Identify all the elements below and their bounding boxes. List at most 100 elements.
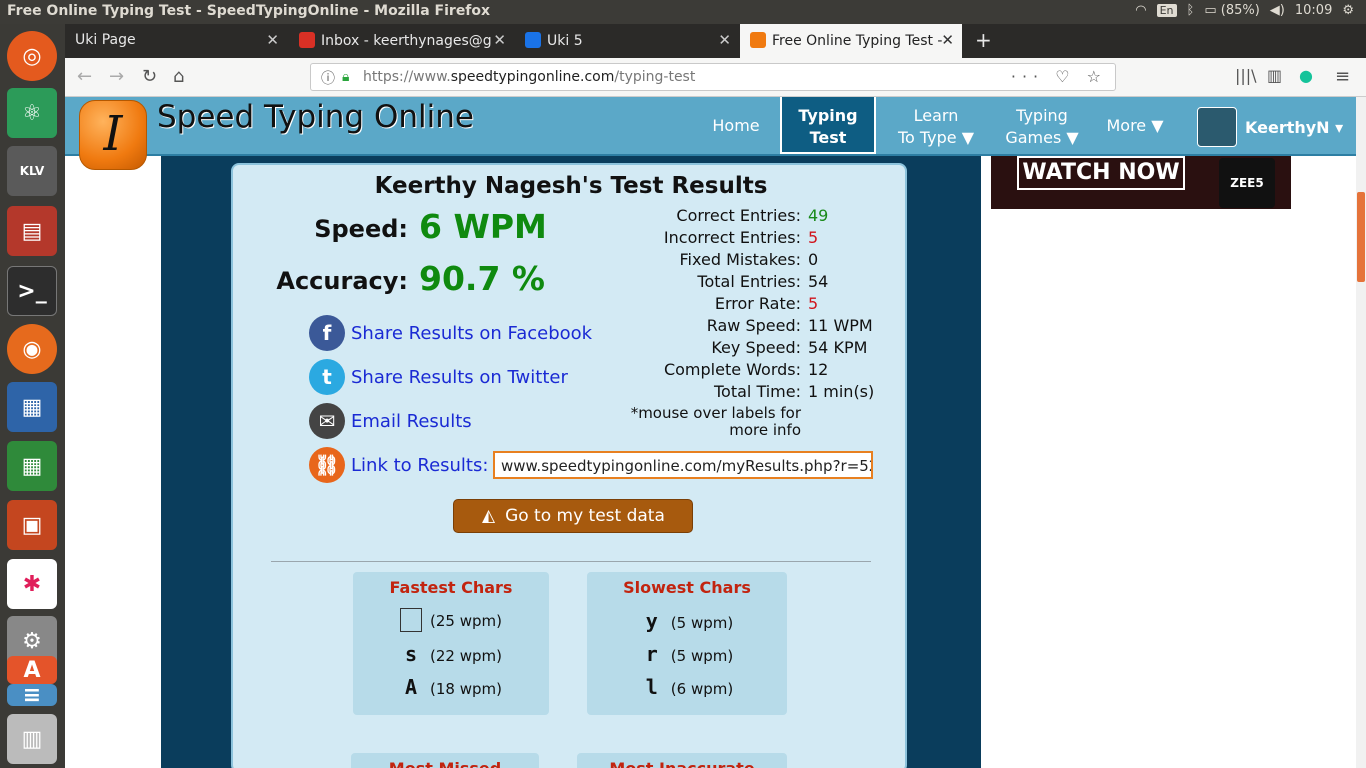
username: KeerthyN ▾ (1245, 117, 1344, 137)
calc-icon[interactable]: ▦ (7, 441, 57, 491)
tab-inbox[interactable]: Inbox - keerthynages@g ✕ (289, 24, 514, 58)
char-row: s (22 wpm) (353, 642, 549, 666)
terminal-icon[interactable]: >_ (7, 266, 57, 316)
close-icon[interactable]: ✕ (493, 31, 506, 49)
launcher: ◎ ⚛ KLV ▤ >_ ◉ ▦ ▦ ▣ ✱ ⚙ A ≡ ▥ (0, 24, 65, 768)
twitter-icon[interactable]: t (309, 359, 345, 395)
battery-indicator[interactable]: ▭ (85%) (1204, 3, 1259, 18)
facebook-icon[interactable]: f (309, 315, 345, 351)
ubuntu-dash-icon[interactable]: ◎ (7, 31, 57, 81)
software-center-icon[interactable]: A (7, 656, 57, 684)
reload-icon[interactable]: ↻ (142, 66, 157, 87)
scrollbar-thumb[interactable] (1357, 192, 1365, 282)
stat-label[interactable]: Error Rate: (571, 294, 801, 313)
stat-label[interactable]: Fixed Mistakes: (571, 250, 801, 269)
gmail-icon (299, 32, 315, 48)
stat-value: 5 (808, 294, 819, 313)
stat-label[interactable]: Complete Words: (571, 360, 801, 379)
power-icon[interactable]: ⚙ (1342, 3, 1354, 18)
most-inaccurate-title: Most Inaccurate (577, 759, 787, 768)
site-header: I Speed Typing Online Home Typing Test Le… (65, 97, 1356, 170)
share-twitter[interactable]: t Share Results on Twitter (309, 359, 568, 395)
battery-level: (85%) (1220, 3, 1260, 18)
atom-editor-icon[interactable]: ⚛ (7, 88, 57, 138)
most-inaccurate-box: Most Inaccurate (577, 753, 787, 768)
stat-value: 11 WPM (808, 316, 873, 335)
nav-learn-to-type[interactable]: Learn To Type ▼ (891, 97, 981, 154)
most-missed-title: Most Missed (351, 759, 539, 768)
page-actions-icon[interactable]: ··· ♡ ☆ (1011, 67, 1107, 86)
stat-label[interactable]: Total Entries: (571, 272, 801, 291)
system-tray: ◠ En ᛒ ▭ (85%) ◀) 10:09 ⚙ (1135, 3, 1354, 18)
close-icon[interactable]: ✕ (941, 31, 954, 49)
keyboard-layout-indicator[interactable]: En (1156, 4, 1177, 17)
sidebar-icon[interactable]: ▥ (1267, 66, 1282, 85)
new-tab-icon[interactable]: + (969, 24, 999, 58)
library-icon[interactable]: |||\ (1235, 66, 1257, 85)
update-icon[interactable]: ≡ (7, 683, 57, 708)
wifi-icon[interactable]: ◠ (1135, 3, 1146, 18)
tab-uki-5[interactable]: Uki 5 ✕ (515, 24, 739, 58)
accuracy-label[interactable]: Accuracy: (208, 267, 408, 295)
bluetooth-icon[interactable]: ᛒ (1187, 3, 1195, 18)
slack-icon[interactable]: ✱ (7, 559, 57, 609)
share-facebook-link[interactable]: Share Results on Facebook (351, 323, 592, 344)
results-title: Keerthy Nagesh's Test Results (374, 173, 768, 199)
site-name[interactable]: Speed Typing Online (157, 99, 474, 135)
tab-typing-test[interactable]: Free Online Typing Test - ✕ (740, 24, 962, 58)
fastest-chars-box: Fastest Chars (25 wpm) s (22 wpm) A (18 wp… (353, 572, 549, 715)
char: l (645, 675, 658, 699)
close-icon[interactable]: ✕ (718, 31, 731, 49)
close-icon[interactable]: ✕ (266, 31, 279, 49)
firefox-icon[interactable]: ◉ (7, 324, 57, 374)
results-panel: Keerthy Nagesh's Test Results Speed: 6 W… (231, 163, 907, 768)
email-icon[interactable]: ✉ (309, 403, 345, 439)
user-menu[interactable]: KeerthyN ▾ (1197, 107, 1343, 147)
stat-label[interactable]: Incorrect Entries: (571, 228, 801, 247)
stat-value: 0 (808, 250, 819, 269)
mouse-over-note: *mouse over labels for more info (630, 404, 801, 439)
volume-icon[interactable]: ◀) (1270, 3, 1285, 18)
writer-icon[interactable]: ▦ (7, 382, 57, 432)
file-manager-icon[interactable]: ▤ (7, 206, 57, 256)
clock[interactable]: 10:09 (1295, 3, 1332, 18)
stat-value: 1 min(s) (808, 382, 875, 401)
forward-icon[interactable]: → (109, 66, 124, 87)
impress-icon[interactable]: ▣ (7, 500, 57, 550)
email-results-link[interactable]: Email Results (351, 411, 472, 432)
link-icon: ⛓ (309, 447, 345, 483)
window-title: Free Online Typing Test - SpeedTypingOnl… (7, 3, 491, 19)
stat-label[interactable]: Key Speed: (571, 338, 801, 357)
nav-typing-games[interactable]: Typing Games ▼ (997, 97, 1087, 154)
stat-label[interactable]: Correct Entries: (571, 206, 801, 225)
advertisement[interactable]: WATCH NOW ZEE5 (991, 156, 1291, 209)
trash-icon[interactable]: ▥ (7, 714, 57, 764)
stat-label[interactable]: Raw Speed: (571, 316, 801, 335)
url-bar[interactable]: ⓘ 🔒︎ https://www.speedtypingonline.com/t… (310, 63, 1116, 91)
share-twitter-link[interactable]: Share Results on Twitter (351, 367, 568, 388)
char-row: (25 wpm) (353, 608, 549, 632)
tab-uki-page[interactable]: Uki Page ✕ (65, 24, 287, 58)
back-icon[interactable]: ← (77, 66, 92, 87)
nav-more[interactable]: More ▼ (1095, 97, 1175, 154)
ad-cta[interactable]: WATCH NOW (1017, 156, 1185, 190)
grammarly-icon[interactable]: ● (1299, 66, 1313, 85)
lock-icon[interactable]: 🔒︎ (342, 69, 349, 85)
char: A (404, 675, 418, 699)
stat-label[interactable]: Total Time: (571, 382, 801, 401)
go-to-test-data-button[interactable]: ◭ Go to my test data (453, 499, 693, 533)
results-link-field[interactable]: www.speedtypingonline.com/myResults.php?… (493, 451, 873, 479)
speed-label[interactable]: Speed: (208, 215, 408, 243)
char: y (645, 609, 658, 633)
menu-icon[interactable]: ≡ (1335, 66, 1350, 87)
keyboard-app-icon[interactable]: KLV (7, 146, 57, 196)
fastest-chars-title: Fastest Chars (389, 578, 513, 597)
nav-typing-test[interactable]: Typing Test (780, 97, 876, 154)
char-row: A (18 wpm) (353, 675, 549, 699)
info-icon[interactable]: ⓘ (321, 68, 335, 88)
nav-home[interactable]: Home (701, 97, 771, 154)
site-logo[interactable]: I (79, 100, 147, 170)
share-facebook[interactable]: f Share Results on Facebook (309, 315, 592, 351)
home-icon[interactable]: ⌂ (173, 66, 184, 87)
email-results[interactable]: ✉ Email Results (309, 403, 472, 439)
